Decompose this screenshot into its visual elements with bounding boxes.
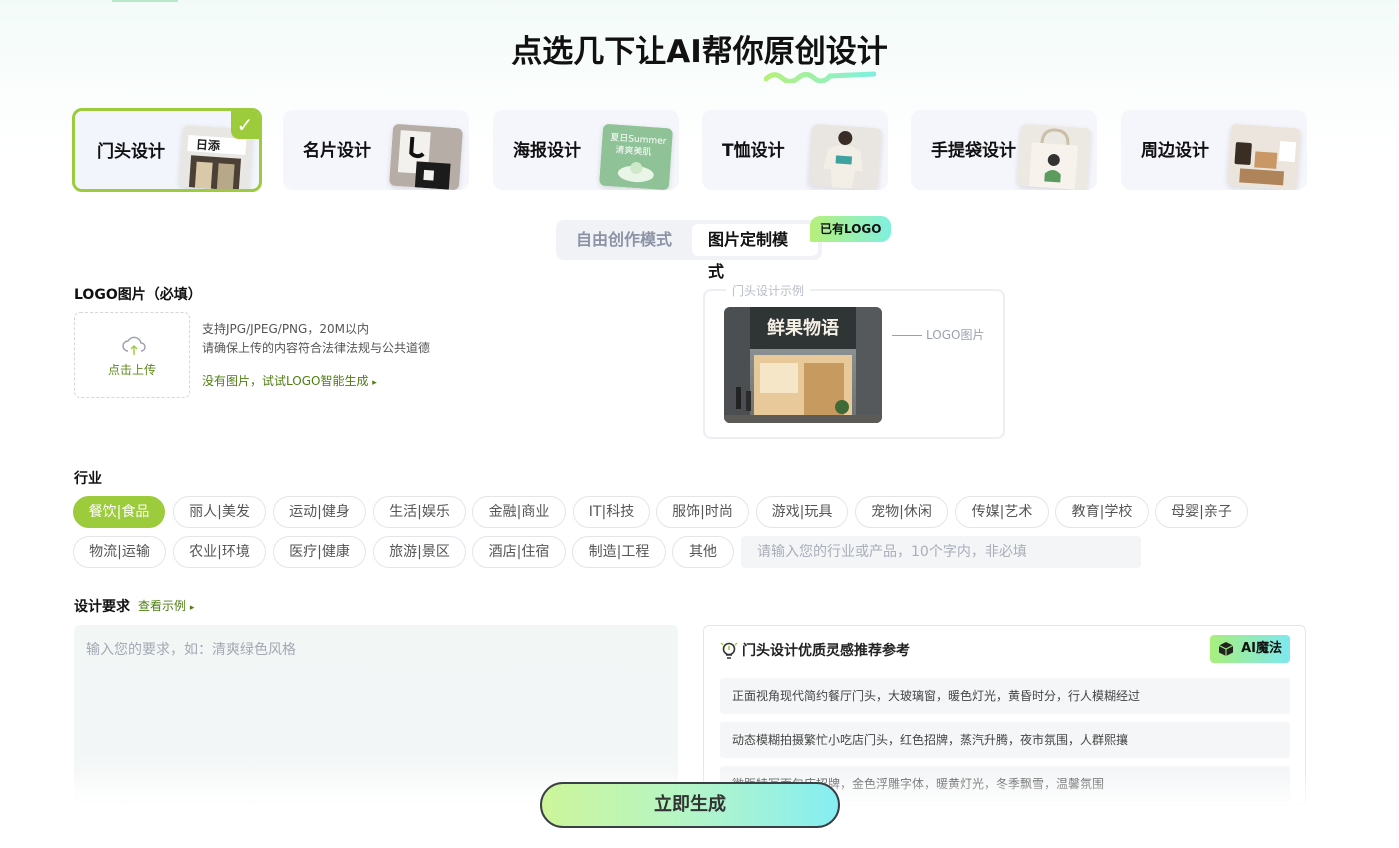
- industry-chip[interactable]: 医疗|健康: [273, 536, 366, 568]
- business-card-thumbnail: [388, 123, 464, 190]
- lightbulb-icon: [720, 642, 738, 659]
- title-highlight: 原创设计: [763, 26, 888, 83]
- upload-cloud-icon: [122, 336, 146, 355]
- inspiration-header: 门头设计优质灵感推荐参考: [720, 640, 910, 661]
- upload-hint-line1: 支持JPG/JPEG/PNG，20M以内: [202, 322, 369, 336]
- industry-chip[interactable]: 母婴|亲子: [1155, 496, 1248, 528]
- category-label: 周边设计: [1141, 141, 1209, 161]
- industry-chip[interactable]: 制造|工程: [572, 536, 666, 568]
- generate-button[interactable]: 立即生成: [540, 782, 840, 828]
- title-prefix: 点选几下让AI帮你: [511, 34, 764, 70]
- mode-switch: 自由创作模式 图片定制模式: [556, 220, 822, 281]
- example-logo-label: LOGO图片: [926, 328, 985, 342]
- upload-hint: 支持JPG/JPEG/PNG，20M以内 请确保上传的内容符合法律法规与公共道德: [202, 320, 430, 358]
- industry-chip[interactable]: 餐饮|食品: [73, 496, 165, 528]
- category-label: 手提袋设计: [931, 141, 1016, 161]
- industry-chip[interactable]: 游戏|玩具: [756, 496, 848, 528]
- example-sign-text: 鲜果物语: [767, 317, 839, 339]
- requirements-title: 设计要求: [74, 599, 130, 615]
- industry-chip[interactable]: 宠物|休闲: [855, 496, 948, 528]
- view-example-label: 查看示例: [138, 599, 187, 613]
- svg-text:日添: 日添: [195, 137, 221, 154]
- mode-image-button[interactable]: 图片定制模式: [692, 224, 818, 281]
- category-label: 海报设计: [513, 141, 581, 161]
- category-card-tote-bag[interactable]: 手提袋设计: [911, 110, 1097, 190]
- requirements-textarea[interactable]: [74, 625, 678, 805]
- category-card-tshirt[interactable]: T恤设计: [702, 110, 888, 190]
- industry-chip[interactable]: 金融|商业: [472, 496, 566, 528]
- merch-thumbnail: [1226, 123, 1302, 190]
- industry-chip[interactable]: 生活|娱乐: [373, 496, 466, 528]
- ai-magic-label: AI魔法: [1241, 641, 1282, 656]
- inspiration-item[interactable]: 正面视角现代简约餐厅门头，大玻璃窗，暖色灯光，黄昏时分，行人模糊经过: [720, 678, 1290, 714]
- tshirt-thumbnail: [807, 123, 883, 190]
- category-card-business-card[interactable]: 名片设计: [283, 110, 469, 190]
- logo-ai-generate-label: 没有图片，试试LOGO智能生成: [202, 374, 369, 388]
- category-card-merch[interactable]: 周边设计: [1121, 110, 1307, 190]
- view-example-link[interactable]: 查看示例 ▸: [138, 597, 194, 614]
- squiggle-underline-icon: [763, 71, 876, 83]
- category-label: 门头设计: [97, 142, 165, 162]
- inspiration-item[interactable]: 动态模糊拍摄繁忙小吃店门头，红色招牌，蒸汽升腾，夜市氛围，人群熙攘: [720, 722, 1290, 758]
- industry-chip[interactable]: 教育|学校: [1055, 496, 1149, 528]
- example-title: 门头设计示例: [726, 282, 811, 299]
- industry-chip[interactable]: 农业|环境: [173, 536, 266, 568]
- industry-chip[interactable]: IT|科技: [573, 496, 650, 528]
- industry-chip[interactable]: 服饰|时尚: [656, 496, 749, 528]
- category-card-storefront[interactable]: 门头设计 日添 ✓: [72, 108, 262, 192]
- industry-chip[interactable]: 传媒|艺术: [955, 496, 1049, 528]
- arrow-right-icon: ▸: [372, 378, 377, 388]
- page-title: 点选几下让AI帮你原创设计: [0, 26, 1399, 83]
- industry-title: 行业: [74, 471, 102, 487]
- arrow-left-line-icon: [892, 335, 922, 336]
- cube-icon: [1218, 642, 1234, 656]
- inspiration-title: 门头设计优质灵感推荐参考: [742, 643, 910, 659]
- tote-bag-thumbnail: [1016, 123, 1092, 190]
- arrow-right-icon: ▸: [189, 603, 195, 613]
- industry-chip[interactable]: 运动|健身: [273, 496, 366, 528]
- upload-hint-line2: 请确保上传的内容符合法律法规与公共道德: [202, 341, 431, 355]
- title-highlight-text: 原创设计: [763, 34, 888, 70]
- industry-chip[interactable]: 其他: [672, 536, 734, 568]
- industry-chip[interactable]: 物流|运输: [73, 536, 166, 568]
- category-card-poster[interactable]: 海报设计 夏日Summer 清爽美肌: [493, 110, 679, 190]
- poster-thumbnail: 夏日Summer清爽美肌: [598, 123, 674, 190]
- logo-upload-box[interactable]: 点击上传: [74, 312, 190, 398]
- example-storefront-image: 鲜果物语: [724, 307, 882, 423]
- industry-chip[interactable]: 丽人|美发: [173, 496, 266, 528]
- check-icon: ✓: [231, 111, 259, 139]
- category-label: 名片设计: [303, 141, 371, 161]
- industry-chip[interactable]: 旅游|景区: [373, 536, 466, 568]
- example-arrow-label: LOGO图片: [892, 326, 984, 343]
- inspiration-panel: 门头设计优质灵感推荐参考 AI魔法 正面视角现代简约餐厅门头，大玻璃窗，暖色灯光…: [703, 625, 1306, 805]
- mode-free-button[interactable]: 自由创作模式: [560, 224, 688, 256]
- has-logo-badge: 已有LOGO: [810, 216, 892, 242]
- category-label: T恤设计: [722, 141, 785, 161]
- logo-section-title: LOGO图片（必填）: [74, 287, 202, 303]
- upload-label: 点击上传: [107, 363, 156, 377]
- logo-ai-generate-link[interactable]: 没有图片，试试LOGO智能生成 ▸: [202, 372, 377, 389]
- category-list: 门头设计 日添 ✓ 名片设计 海报设计 夏日Summer 清爽美肌 T恤设计 手提…: [72, 108, 1308, 192]
- ai-magic-button[interactable]: AI魔法: [1210, 635, 1290, 663]
- top-tab-indicator: [112, 0, 178, 2]
- industry-input[interactable]: [741, 536, 1141, 568]
- industry-chip[interactable]: 酒店|住宿: [472, 536, 566, 568]
